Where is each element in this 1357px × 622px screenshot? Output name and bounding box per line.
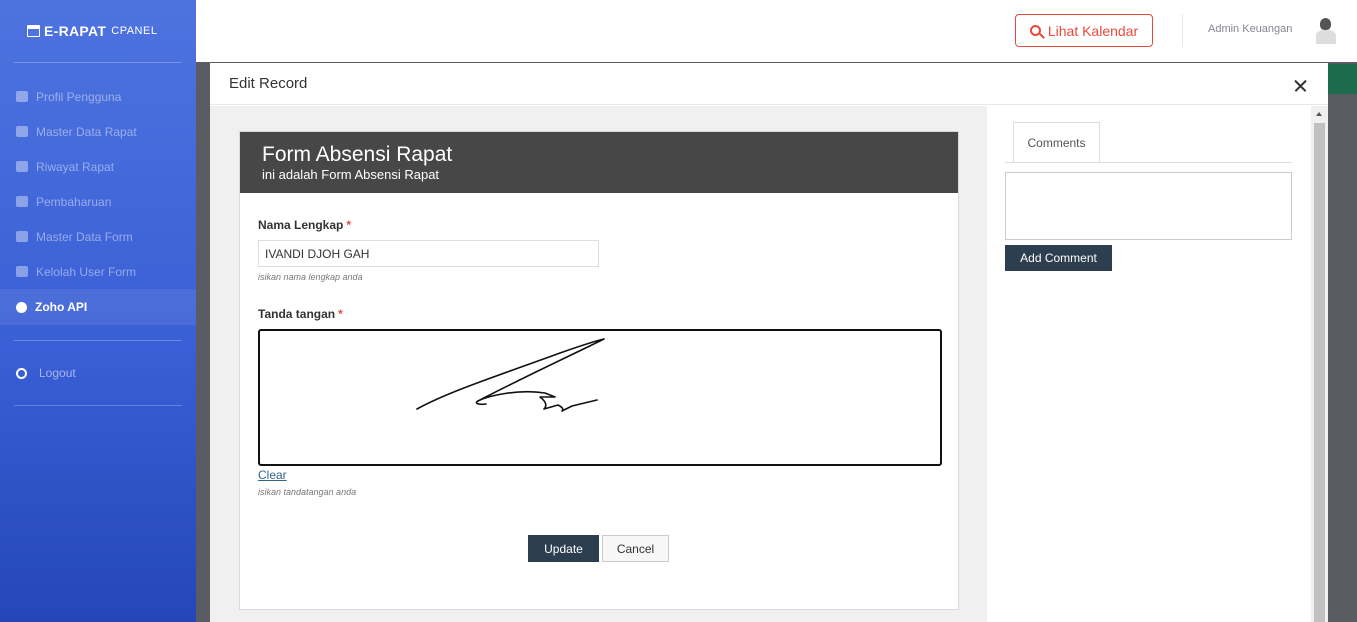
modal-body: Form Absensi Rapat ini adalah Form Absen… [210,106,1311,622]
topbar: Lihat Kalendar Admin Keuangan [196,0,1357,62]
backdrop-button-fragment [1328,64,1357,94]
tanda-tangan-label-text: Tanda tangan [258,307,336,321]
power-icon [16,367,27,379]
sidebar-item-label: Master Data Rapat [36,124,137,139]
sidebar: E-RAPAT CPANEL Profil Pengguna Master Da… [0,0,196,622]
cancel-button[interactable]: Cancel [602,535,669,562]
sidebar-item-profil-pengguna[interactable]: Profil Pengguna [0,79,196,114]
sidebar-item-label: Pembaharuan [36,194,112,209]
sidebar-item-kelolah-user-form[interactable]: Kelolah User Form [0,254,196,289]
clear-signature-link[interactable]: Clear [258,468,287,482]
sidebar-divider [14,340,182,341]
nama-lengkap-label: Nama Lengkap * [258,218,351,232]
update-button[interactable]: Update [528,535,599,562]
user-circle-icon [16,266,28,277]
avatar-body [1316,30,1336,44]
brand-title: E-RAPAT [44,23,107,39]
user-name[interactable]: Admin Keuangan [1208,23,1292,35]
brand-subtitle: CPANEL [111,25,158,37]
tab-comments[interactable]: Comments [1013,122,1100,163]
nama-lengkap-label-text: Nama Lengkap [258,218,344,232]
modal-scrollbar[interactable] [1311,106,1328,622]
sidebar-item-label: Profil Pengguna [36,89,122,104]
file-icon [16,231,28,242]
sidebar-item-riwayat-rapat[interactable]: Riwayat Rapat [0,149,196,184]
scrollbar-thumb[interactable] [1314,123,1325,622]
brand[interactable]: E-RAPAT CPANEL [0,0,196,62]
tanda-tangan-label: Tanda tangan * [258,307,343,321]
avatar-head [1320,18,1331,30]
sidebar-item-zoho-api[interactable]: Zoho API [0,289,196,325]
sidebar-item-label: Kelolah User Form [36,264,137,279]
modal-title: Edit Record [229,75,308,92]
sidebar-item-master-data-rapat[interactable]: Master Data Rapat [0,114,196,149]
user-icon [16,91,28,102]
form-title: Form Absensi Rapat [262,143,453,166]
scroll-up-icon[interactable] [1316,112,1322,116]
sidebar-nav: Profil Pengguna Master Data Rapat Riwaya… [0,79,196,325]
edit-record-modal: Edit Record Form Absensi Rapat ini adala… [210,63,1328,622]
required-mark: * [338,307,343,321]
lihat-kalendar-label: Lihat Kalendar [1047,22,1139,39]
refresh-icon [16,196,28,207]
comment-input[interactable] [1005,172,1292,240]
sidebar-divider [14,62,182,63]
close-icon[interactable] [1288,74,1312,98]
avatar[interactable] [1313,16,1339,44]
sidebar-item-master-data-form[interactable]: Master Data Form [0,219,196,254]
tab-underline [1005,162,1292,163]
signature-drawing [416,338,605,412]
form-subtitle: ini adalah Form Absensi Rapat [262,167,440,182]
topbar-divider [1182,14,1183,47]
nama-lengkap-hint: isikan nama lengkap anda [258,272,363,282]
search-icon [1029,25,1041,36]
signature-pad[interactable] [258,329,942,466]
calendar-icon [16,126,28,137]
sidebar-divider [14,405,182,406]
sidebar-item-label: Zoho API [35,300,88,314]
sidebar-item-pembaharuan[interactable]: Pembaharuan [0,184,196,219]
sidebar-item-label: Riwayat Rapat [36,159,115,174]
sidebar-item-label: Master Data Form [36,229,133,244]
lihat-kalendar-button[interactable]: Lihat Kalendar [1015,14,1153,47]
logout-label: Logout [39,366,76,380]
link-icon [16,301,27,313]
tanda-tangan-hint: isikan tandatangan anda [258,487,357,497]
modal-header: Edit Record [210,63,1328,105]
edit-icon [16,161,28,172]
form-card: Form Absensi Rapat ini adalah Form Absen… [239,131,959,610]
calendar-icon [27,25,40,37]
form-header: Form Absensi Rapat ini adalah Form Absen… [240,132,958,193]
nama-lengkap-input[interactable]: IVANDI DJOH GAH [258,240,599,267]
required-mark: * [346,218,352,232]
logout-link[interactable]: Logout [0,356,196,390]
add-comment-button[interactable]: Add Comment [1005,245,1112,271]
comments-pane: Comments Add Comment [987,106,1311,622]
